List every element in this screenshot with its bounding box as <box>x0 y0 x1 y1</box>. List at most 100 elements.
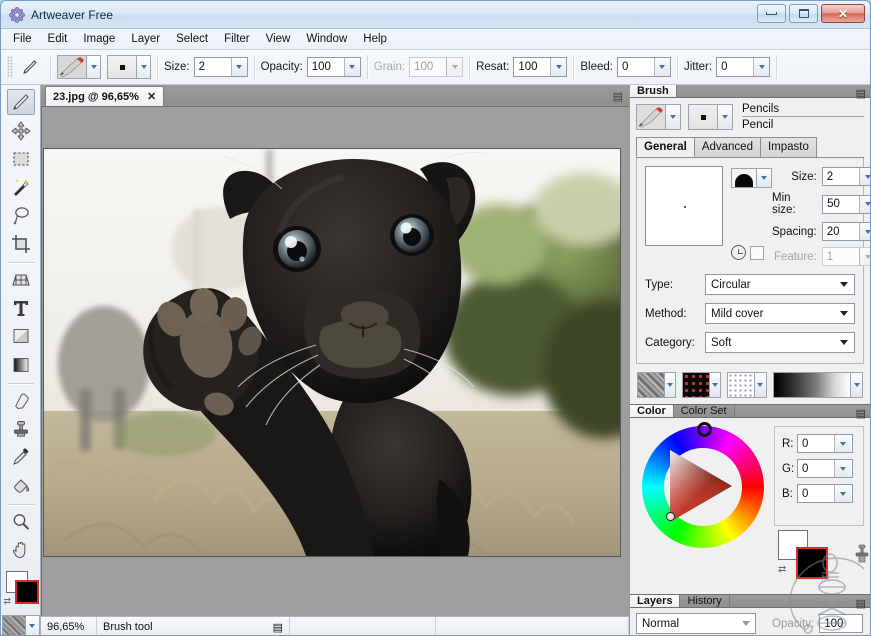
brush-size-input[interactable] <box>822 168 859 185</box>
green-field[interactable] <box>797 459 853 478</box>
brush-spacing-input[interactable] <box>822 223 859 240</box>
panel-menu-icon[interactable]: ▤ <box>856 407 866 420</box>
tool-lasso[interactable] <box>7 202 35 228</box>
gradient-ramp-dropdown[interactable] <box>851 372 863 398</box>
menu-image[interactable]: Image <box>75 30 123 48</box>
status-menu-icon[interactable]: ▤ <box>273 621 283 634</box>
canvas-image[interactable] <box>43 148 621 557</box>
jitter-spinner[interactable] <box>753 58 770 76</box>
blue-field[interactable] <box>797 484 853 503</box>
brush-type-select[interactable]: Circular <box>705 274 855 295</box>
dot-pattern-dropdown[interactable] <box>709 372 722 398</box>
brush-method-select[interactable]: Mild cover <box>705 303 855 324</box>
brush-spacing-spinner[interactable] <box>858 223 870 240</box>
brush-tip-dropdown[interactable] <box>137 55 151 79</box>
tool-fill-shape[interactable] <box>7 323 35 349</box>
opacity-field[interactable] <box>306 57 361 77</box>
jitter-input[interactable] <box>717 58 754 76</box>
menu-edit[interactable]: Edit <box>40 30 76 48</box>
texture-dropdown[interactable] <box>25 614 40 635</box>
tab-brush[interactable]: Brush <box>630 85 677 97</box>
speckle-texture-swatch[interactable] <box>727 372 755 398</box>
tool-rect-select[interactable] <box>7 146 35 172</box>
tab-color[interactable]: Color <box>630 405 674 417</box>
foreground-color-swatch[interactable] <box>14 580 39 605</box>
brush-tip-swatch[interactable] <box>107 55 137 79</box>
tool-zoom[interactable] <box>7 509 35 535</box>
green-spinner[interactable] <box>834 460 851 477</box>
clone-stamp-icon[interactable] <box>854 544 870 567</box>
maximize-button[interactable] <box>789 4 818 23</box>
hsv-color-wheel[interactable] <box>642 422 764 548</box>
timing-checkbox[interactable] <box>750 245 764 260</box>
subtab-general[interactable]: General <box>636 137 695 157</box>
swap-colors-icon[interactable]: ⇄ <box>778 564 786 575</box>
opacity-input[interactable] <box>307 58 344 76</box>
tool-brush[interactable] <box>6 89 35 116</box>
brush-category-select[interactable]: Soft <box>705 332 855 353</box>
close-button[interactable]: ✕ <box>821 4 865 23</box>
size-spinner[interactable] <box>230 58 247 76</box>
brush-preset-dropdown[interactable] <box>666 104 681 130</box>
menu-file[interactable]: File <box>5 30 40 48</box>
sv-marker[interactable] <box>666 512 675 521</box>
brush-preset-thumbnail[interactable] <box>636 104 666 130</box>
tool-eyedropper[interactable] <box>7 444 35 470</box>
panel-menu-icon[interactable]: ▤ <box>856 87 866 100</box>
menu-layer[interactable]: Layer <box>123 30 168 48</box>
layer-opacity-field[interactable] <box>819 614 864 633</box>
foreground-color-swatch[interactable] <box>796 547 828 579</box>
resat-input[interactable] <box>514 58 551 76</box>
menu-filter[interactable]: Filter <box>216 30 258 48</box>
document-tab[interactable]: 23.jpg @ 96,65% ✕ <box>45 86 165 106</box>
panel-menu-icon[interactable]: ▤ <box>613 90 623 103</box>
brush-preset-dropdown[interactable] <box>87 55 101 79</box>
grain-texture-swatch[interactable] <box>637 372 665 398</box>
active-tool-icon[interactable] <box>16 58 44 76</box>
tab-color-set[interactable]: Color Set <box>673 405 735 417</box>
tool-crop[interactable] <box>7 230 35 256</box>
resat-spinner[interactable] <box>550 58 567 76</box>
subtab-impasto[interactable]: Impasto <box>759 137 817 157</box>
tool-move[interactable] <box>7 117 35 143</box>
brush-spacing-field[interactable] <box>821 222 870 241</box>
speckle-texture-dropdown[interactable] <box>754 372 767 398</box>
canvas-viewport[interactable] <box>41 107 629 616</box>
hue-marker[interactable] <box>697 422 712 437</box>
brush-tip-dropdown[interactable] <box>718 104 733 130</box>
brush-size-spinner[interactable] <box>858 168 870 185</box>
subtab-advanced[interactable]: Advanced <box>693 137 761 157</box>
brush-profile-dropdown[interactable] <box>757 168 772 188</box>
jitter-field[interactable] <box>716 57 771 77</box>
blend-mode-select[interactable]: Normal <box>636 613 756 634</box>
saturation-value-triangle[interactable] <box>670 450 732 522</box>
tool-clone-stamp[interactable] <box>7 416 35 442</box>
minimize-button[interactable] <box>757 4 786 23</box>
tool-hand[interactable] <box>7 537 35 563</box>
brush-preview-swatch[interactable] <box>57 55 87 79</box>
size-field[interactable] <box>193 57 248 77</box>
brush-minsize-spinner[interactable] <box>859 195 870 213</box>
bleed-field[interactable] <box>616 57 671 77</box>
brush-tip-thumbnail[interactable] <box>688 104 718 130</box>
texture-swatch-icon[interactable] <box>1 614 26 635</box>
menu-select[interactable]: Select <box>168 30 216 48</box>
brush-preview[interactable] <box>645 166 723 246</box>
grain-texture-dropdown[interactable] <box>664 372 677 398</box>
tool-text[interactable] <box>7 295 35 321</box>
opacity-spinner[interactable] <box>343 58 360 76</box>
bleed-spinner[interactable] <box>653 58 670 76</box>
brush-size-field[interactable] <box>821 167 870 186</box>
toolbar-grip[interactable] <box>7 56 13 78</box>
tool-paint-bucket[interactable] <box>7 472 35 498</box>
size-input[interactable] <box>194 58 231 76</box>
red-field[interactable] <box>797 434 853 453</box>
panel-menu-icon[interactable]: ▤ <box>856 597 866 610</box>
layer-opacity-input[interactable] <box>820 615 863 632</box>
brush-minsize-input[interactable] <box>823 195 860 213</box>
tool-magic-wand[interactable] <box>7 174 35 200</box>
tab-history[interactable]: History <box>680 595 730 607</box>
brush-minsize-field[interactable] <box>822 194 870 214</box>
blue-spinner[interactable] <box>834 485 851 502</box>
gradient-ramp-swatch[interactable] <box>772 372 852 398</box>
